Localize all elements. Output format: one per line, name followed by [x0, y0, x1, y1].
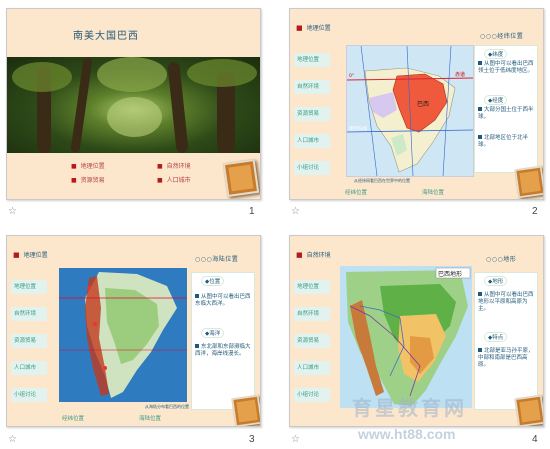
- side-button-population[interactable]: 人口城市: [11, 361, 47, 375]
- side-button-environment[interactable]: 自然环境: [294, 80, 330, 94]
- slide3-text-ocean: 东北部和东部濒临大西洋，海岸线漫长。: [195, 344, 251, 357]
- book-icon: [514, 165, 543, 199]
- transition-icon: ☆: [291, 206, 300, 217]
- south-america-ocean-map: [59, 268, 187, 402]
- link-land-sea-position[interactable]: 海陆位置: [422, 188, 444, 196]
- side-button-population[interactable]: 人口城市: [294, 134, 330, 148]
- link-latlong-position[interactable]: 经纬位置: [345, 188, 367, 196]
- slide-thumbnail-2[interactable]: ■ 地理位置 ○○○经纬位置 地理位置 自然环境 资源贸易 人口城市 小组讨论 巴…: [289, 8, 544, 200]
- map-label-capricorn: 南回归线: [349, 125, 367, 132]
- slide2-text-longitude-a: 大部分国土位于西半球，: [478, 107, 534, 120]
- forest-photo: [7, 56, 260, 154]
- slide3-header: ■ 地理位置: [13, 251, 48, 259]
- slide3-pill-position: ◆位置: [201, 276, 225, 286]
- slide2-caption: 从经纬网看巴西在世界中的位置: [354, 178, 410, 183]
- side-button-discussion[interactable]: 小组讨论: [294, 161, 330, 175]
- brazil-terrain-map: 巴西地形: [340, 266, 472, 408]
- slide-number-2: 2: [532, 206, 538, 217]
- slide-number-3: 3: [249, 434, 255, 445]
- slide1-nav-item-1[interactable]: ■ 地理位置: [71, 161, 105, 170]
- brazil-latlong-map: 巴西 赤道 南回归线 0°: [346, 45, 474, 177]
- slide1-nav-item-2[interactable]: ■ 自然环境: [157, 161, 191, 170]
- slide1-nav-item-4[interactable]: ■ 人口城市: [157, 175, 191, 184]
- slide4-text-features: 北部是亚马孙平原，中部和南部是巴西高原。: [478, 348, 534, 368]
- slide1-nav-item-3[interactable]: ■ 资源贸易: [71, 175, 105, 184]
- slide-thumbnail-1[interactable]: 南美大国巴西 ■ 地理位置 ■ 自然环境 ■ 资源贸易 ■ 人口城市: [6, 8, 261, 200]
- slide-number-1: 1: [249, 206, 255, 217]
- terrain-map-title: 巴西地形: [438, 270, 462, 278]
- book-icon: [231, 394, 260, 426]
- map-label-lat: 0°: [349, 73, 354, 79]
- side-button-resources[interactable]: 资源贸易: [11, 334, 47, 348]
- watermark-logo: 育星教育网: [352, 396, 467, 420]
- watermark-url: www.ht88.com: [358, 426, 456, 442]
- link-latlong-position[interactable]: 经纬位置: [62, 414, 84, 422]
- slide3-caption: 从海陆分布看巴西的位置: [145, 404, 189, 409]
- transition-icon: ☆: [291, 434, 300, 445]
- slide3-text-position: 从图中可以看出巴西东临大西洋。: [195, 294, 251, 307]
- slide3-subtitle: ○○○海陆位置: [195, 256, 239, 263]
- map-label-brazil: 巴西: [417, 101, 429, 108]
- side-button-location[interactable]: 地理位置: [294, 280, 330, 294]
- slide-number-4: 4: [532, 434, 538, 445]
- slide2-pill-latitude: ◆纬度: [484, 49, 508, 59]
- slide3-pill-ocean: ◆海洋: [201, 328, 225, 338]
- side-button-discussion[interactable]: 小组讨论: [11, 388, 47, 402]
- slide4-subtitle: ○○○地形: [486, 256, 517, 263]
- slide1-title-area: 南美大国巴西: [7, 9, 260, 57]
- slide4-pill-terrain: ◆地形: [484, 276, 508, 286]
- map-label-equator: 赤道: [455, 71, 465, 78]
- side-button-environment[interactable]: 自然环境: [294, 307, 330, 321]
- book-icon: [514, 394, 543, 426]
- slide2-header: ■ 地理位置: [296, 24, 331, 32]
- book-icon: [222, 158, 260, 198]
- side-button-environment[interactable]: 自然环境: [11, 307, 47, 321]
- slide4-header: ■ 自然环境: [296, 251, 331, 259]
- slide2-text-longitude-b: 北部地区位于北半球。: [478, 135, 529, 148]
- slide1-title: 南美大国巴西: [73, 31, 139, 42]
- transition-icon: ☆: [8, 434, 17, 445]
- slide2-subtitle: ○○○经纬位置: [480, 33, 524, 40]
- slide3-info-panel: [191, 272, 255, 410]
- side-button-location[interactable]: 地理位置: [294, 53, 330, 67]
- side-button-location[interactable]: 地理位置: [11, 280, 47, 294]
- side-button-population[interactable]: 人口城市: [294, 361, 330, 375]
- slide2-pill-longitude: ◆经度: [484, 95, 508, 105]
- side-button-discussion[interactable]: 小组讨论: [294, 388, 330, 402]
- slide4-text-terrain: 从图中可以看出巴西地形以平原和高原为主。: [478, 292, 534, 312]
- link-land-sea-position[interactable]: 海陆位置: [139, 414, 161, 422]
- side-button-resources[interactable]: 资源贸易: [294, 107, 330, 121]
- transition-icon: ☆: [8, 206, 17, 217]
- slide-thumbnail-3[interactable]: ■ 地理位置 ○○○海陆位置 地理位置 自然环境 资源贸易 人口城市 小组讨论 从…: [6, 235, 261, 427]
- side-button-resources[interactable]: 资源贸易: [294, 334, 330, 348]
- slide2-text-latitude: 从图中可以看出巴西领土位于低纬度地区。: [478, 61, 534, 74]
- slide4-pill-features: ◆特点: [484, 332, 508, 342]
